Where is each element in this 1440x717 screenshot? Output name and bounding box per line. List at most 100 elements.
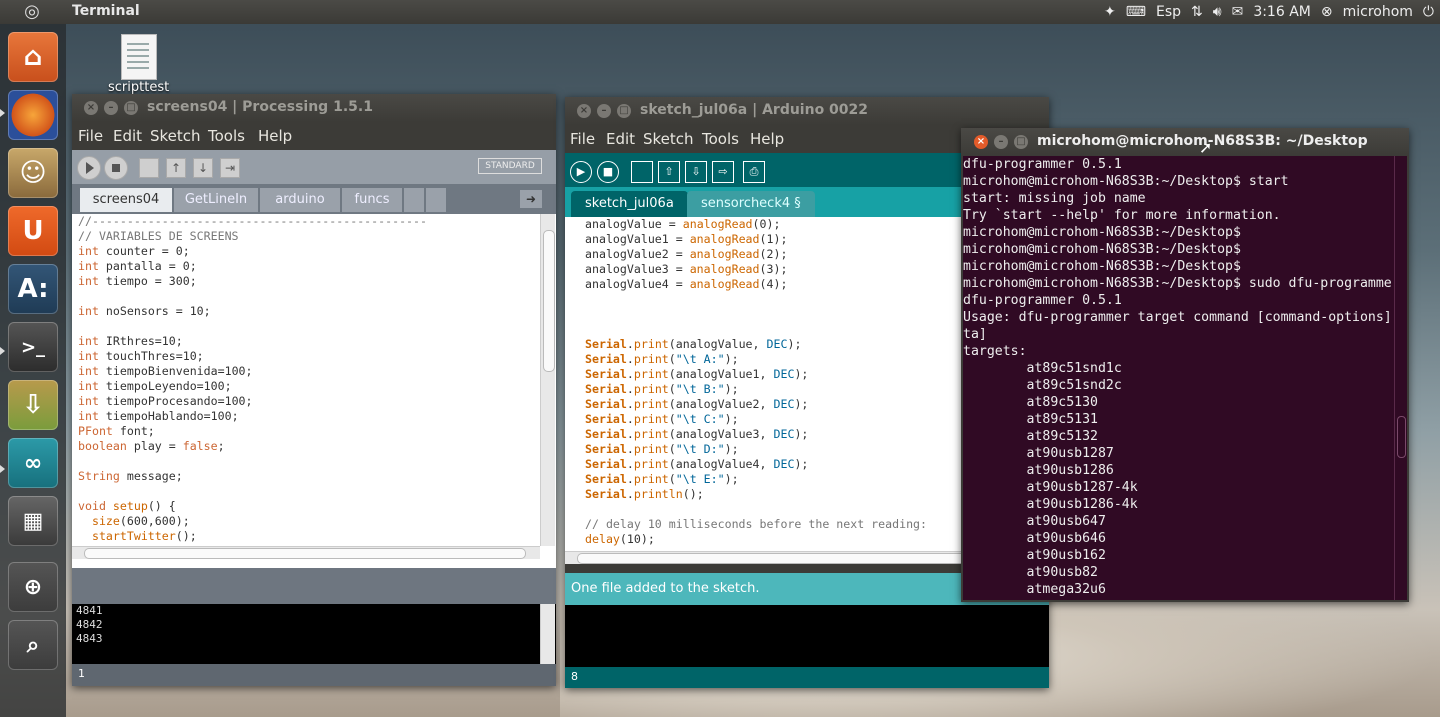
tab-funcs[interactable]: funcs — [342, 188, 402, 212]
software-center-icon[interactable]: ☺ — [8, 148, 58, 198]
tab-sensorcheck4[interactable]: sensorcheck4 § — [687, 191, 815, 217]
serial-monitor-button[interactable]: ⎙ — [743, 161, 765, 183]
menu-sketch[interactable]: Sketch — [150, 127, 201, 145]
close-button[interactable]: × — [84, 101, 98, 115]
menu-edit[interactable]: Edit — [606, 130, 635, 148]
tab-arduino[interactable]: arduino — [260, 188, 340, 212]
open-button[interactable]: ⇧ — [658, 161, 680, 183]
processing-tabbar: screens04 GetLineIn arduino funcs ➜ — [72, 184, 556, 214]
new-button[interactable] — [139, 158, 159, 178]
keyboard-icon[interactable]: ⌨ — [1126, 4, 1146, 20]
desktop-file-icon[interactable]: scripttest — [108, 32, 172, 95]
user-status-icon[interactable]: ⊗ — [1321, 4, 1333, 20]
files-search-icon[interactable]: ⌕ — [8, 620, 58, 670]
dropbox-icon[interactable]: ✦ — [1104, 4, 1116, 20]
menu-help[interactable]: Help — [750, 130, 784, 148]
active-app-title: Terminal — [72, 3, 140, 19]
terminal-line: at90usb646 — [963, 531, 1106, 546]
volume-icon[interactable]: 🔊︎ — [1213, 4, 1222, 20]
stop-button[interactable] — [104, 156, 128, 180]
mail-icon[interactable]: ✉ — [1232, 4, 1244, 20]
code-line: Serial.print(analogValue1, DEC); — [585, 367, 809, 381]
tab-getlinein[interactable]: GetLineIn — [174, 188, 258, 212]
arduino-a-icon[interactable]: A: — [8, 264, 58, 314]
terminal-screen[interactable]: dfu-programmer 0.5.1 microhom@microhom-N6… — [963, 156, 1395, 600]
mode-selector[interactable]: STANDARD — [478, 158, 542, 174]
terminal-titlebar[interactable]: × – □ microhom@microhom-N68S3B: ~/Deskto… — [961, 128, 1409, 156]
tab-screens04[interactable]: screens04 — [80, 188, 172, 212]
minimize-button[interactable]: – — [104, 101, 118, 115]
processing-code[interactable]: //--------------------------------------… — [78, 214, 427, 544]
stop-button[interactable]: ■ — [597, 161, 619, 183]
open-button[interactable]: ↑ — [166, 158, 186, 178]
verify-button[interactable]: ▶ — [570, 161, 592, 183]
home-folder-icon[interactable]: ⌂ — [8, 32, 58, 82]
new-button[interactable] — [631, 161, 653, 183]
processing-titlebar[interactable]: × – □ screens04 | Processing 1.5.1 — [72, 94, 556, 122]
save-button[interactable]: ⇩ — [685, 161, 707, 183]
dash-search-icon[interactable]: ⊕ — [8, 562, 58, 612]
arduino-icon[interactable]: ∞ — [8, 438, 58, 488]
close-button[interactable]: × — [577, 104, 591, 118]
menu-file[interactable]: File — [78, 127, 103, 145]
archive-manager-icon[interactable]: ⇩ — [8, 380, 58, 430]
running-indicator — [0, 465, 5, 473]
network-icon[interactable]: ⇅ — [1191, 4, 1203, 20]
tab-blank[interactable] — [404, 188, 424, 212]
arduino-code[interactable]: analogValue = analogRead(0); analogValue1… — [585, 217, 927, 547]
horizontal-scrollbar[interactable] — [72, 546, 540, 559]
run-button[interactable] — [77, 156, 101, 180]
power-icon[interactable]: ⏻ — [1423, 4, 1434, 20]
tab-sketch-jul06a[interactable]: sketch_jul06a — [571, 191, 688, 217]
menu-edit[interactable]: Edit — [113, 127, 142, 145]
terminal-line: at90usb82 — [963, 565, 1098, 580]
scroll-thumb[interactable] — [1397, 416, 1406, 458]
export-button[interactable]: ⇥ — [220, 158, 240, 178]
ubuntu-logo-icon[interactable]: ◎ — [22, 2, 42, 22]
menu-help[interactable]: Help — [258, 127, 292, 145]
terminal-output[interactable]: dfu-programmer 0.5.1 microhom@microhom-N6… — [963, 156, 1392, 598]
terminal-scrollbar[interactable] — [1394, 156, 1407, 600]
code-line: int tiempo = 300; — [78, 274, 197, 288]
arduino-console — [565, 605, 1049, 667]
arduino-titlebar[interactable]: × – □ sketch_jul06a | Arduino 0022 — [565, 97, 1049, 125]
menu-sketch[interactable]: Sketch — [643, 130, 694, 148]
tab-blank[interactable] — [426, 188, 446, 212]
code-line: // VARIABLES DE SCREENS — [78, 229, 239, 243]
maximize-button[interactable]: □ — [124, 101, 138, 115]
maximize-button[interactable]: □ — [617, 104, 631, 118]
scroll-thumb[interactable] — [543, 230, 555, 372]
code-line: int tiempoProcesando=100; — [78, 394, 253, 408]
upload-button[interactable]: ⇨ — [712, 161, 734, 183]
terminal-line: at89c51snd2c — [963, 378, 1122, 393]
user-name[interactable]: microhom — [1343, 4, 1413, 20]
menu-tools[interactable]: Tools — [208, 127, 245, 145]
close-button[interactable]: × — [974, 135, 988, 149]
keyboard-layout[interactable]: Esp — [1156, 4, 1181, 20]
tab-menu-arrow-icon[interactable]: ➜ — [520, 190, 542, 208]
processing-footer: 1 — [72, 664, 556, 686]
terminal-icon[interactable]: >_ — [8, 322, 58, 372]
code-line: Serial.print(analogValue4, DEC); — [585, 457, 809, 471]
maximize-button[interactable]: □ — [1014, 135, 1028, 149]
save-button[interactable]: ↓ — [193, 158, 213, 178]
terminal-line: at89c51snd1c — [963, 361, 1122, 376]
code-line: int pantalla = 0; — [78, 259, 197, 273]
workspace-switcher-icon[interactable]: ▦ — [8, 496, 58, 546]
console-scrollbar[interactable] — [540, 604, 555, 664]
menu-tools[interactable]: Tools — [702, 130, 739, 148]
code-line: //--------------------------------------… — [78, 214, 428, 228]
vertical-scrollbar[interactable] — [540, 214, 555, 546]
firefox-icon[interactable] — [8, 90, 58, 140]
ubuntu-one-icon[interactable]: U — [8, 206, 58, 256]
window-title: sketch_jul06a | Arduino 0022 — [640, 102, 869, 118]
code-line: boolean play = false; — [78, 439, 225, 453]
window-title: screens04 | Processing 1.5.1 — [147, 99, 373, 115]
minimize-button[interactable]: – — [994, 135, 1008, 149]
clock[interactable]: 3:16 AM — [1253, 4, 1311, 20]
minimize-button[interactable]: – — [597, 104, 611, 118]
menu-file[interactable]: File — [570, 130, 595, 148]
scroll-thumb[interactable] — [84, 548, 526, 559]
code-line: analogValue1 = analogRead(1); — [585, 232, 788, 246]
